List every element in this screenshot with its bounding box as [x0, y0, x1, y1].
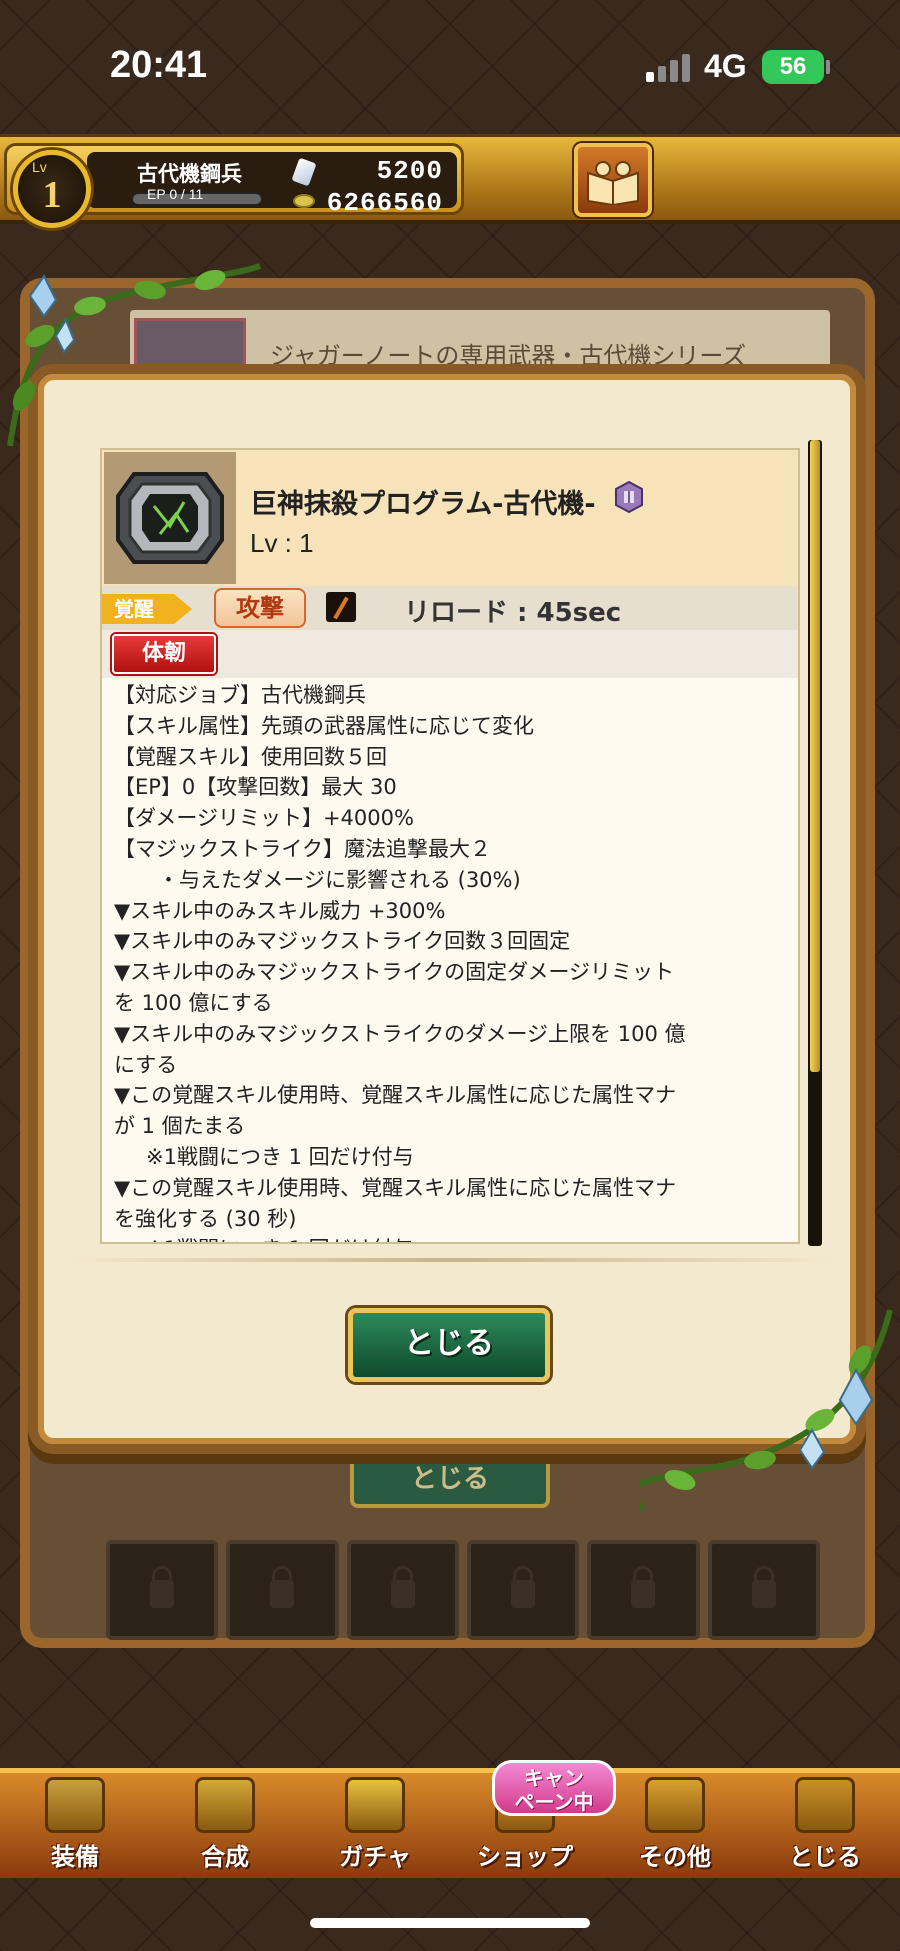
signal-icon	[646, 52, 690, 82]
description-line: ▼スキル中のみマジックストライクのダメージ上限を 100 億	[114, 1021, 686, 1046]
bottom-nav: 装備 合成 ガチャ ショップ その他 とじる	[0, 1768, 900, 1878]
nav-label: ショップ	[477, 1843, 573, 1871]
description-line: が 1 個たまる	[114, 1114, 246, 1139]
attack-type-badge: 攻撃	[214, 588, 306, 628]
awaken-tag: 覚醒	[102, 594, 192, 624]
description-line: ▼スキル中のみスキル威力 +300%	[114, 898, 446, 923]
equipment-icon	[45, 1777, 105, 1833]
player-name: 古代機鋼兵	[137, 162, 242, 186]
awaken-row: 覚醒 攻撃 リロード : 45sec	[102, 586, 798, 630]
stamina-row: 体韌	[102, 630, 798, 678]
nav-item-4[interactable]: その他	[600, 1773, 750, 1878]
close-icon	[795, 1777, 855, 1833]
gear-icon	[645, 1777, 705, 1833]
reload-time: リロード : 45sec	[404, 598, 622, 628]
weapon-header: 巨神抹殺プログラム-古代機- Lv : 1	[102, 450, 798, 586]
top-header: Lv 1 古代機鋼兵 EP 0 / 11 5200 6266560	[0, 134, 900, 228]
description-line: ▼スキル中のみマジックストライクの固定ダメージリミット	[114, 960, 675, 985]
staff-icon	[326, 592, 356, 622]
lock-icon	[106, 1540, 219, 1640]
home-indicator[interactable]	[310, 1918, 590, 1928]
nav-item-2[interactable]: ガチャ	[300, 1773, 450, 1878]
lock-icon	[226, 1540, 339, 1640]
description-line: 【ダメージリミット】+4000%	[114, 806, 414, 831]
level-badge: Lv 1	[13, 150, 91, 228]
gems-value: 5200	[376, 156, 443, 186]
gold-value: 6266560	[326, 188, 443, 218]
description-line: ※1戦闘につき 1 回だけ付与	[146, 1144, 414, 1169]
close-label: とじる	[404, 1326, 494, 1361]
modal-divider	[60, 1258, 840, 1262]
background-close-button: とじる	[350, 1450, 550, 1508]
close-button[interactable]: とじる	[348, 1308, 550, 1382]
guild-book-button[interactable]	[574, 143, 652, 217]
description-line: ▼スキル中のみマジックストライク回数３回固定	[114, 929, 571, 954]
network-type: 4G	[704, 48, 747, 84]
battery-level: 56	[779, 53, 807, 80]
description-line: ※1戦闘につき 1 回だけ付与	[114, 1234, 794, 1242]
nav-label: 装備	[51, 1843, 99, 1871]
scroll-thumb[interactable]	[810, 440, 820, 1072]
description-line: ▼この覚醒スキル使用時、覚醒スキル属性に応じた属性マナ	[114, 1083, 677, 1108]
vine-decoration-icon	[7, 263, 261, 447]
nav-label: その他	[639, 1843, 711, 1871]
coin-icon	[293, 194, 315, 208]
lock-icon	[466, 1540, 580, 1640]
campaign-badge-text: ペーン中	[514, 1790, 594, 1814]
hammer-icon	[195, 1777, 255, 1833]
level-number: 1	[42, 174, 62, 216]
description-line: を強化する (30 秒)	[114, 1206, 297, 1231]
description-line: ▼この覚醒スキル使用時、覚醒スキル属性に応じた属性マナ	[114, 1175, 677, 1200]
description-line: にする	[114, 1052, 178, 1077]
nav-label: ガチャ	[339, 1843, 411, 1871]
player-panel[interactable]: Lv 1 古代機鋼兵 EP 0 / 11 5200 6266560	[4, 143, 464, 228]
nav-item-5[interactable]: とじる	[750, 1773, 900, 1878]
description-scrollbar[interactable]	[808, 440, 822, 1246]
status-bar: 20:41 4G 56	[0, 0, 900, 130]
nav-item-1[interactable]: 合成	[150, 1773, 300, 1878]
weapon-detail-box[interactable]: 巨神抹殺プログラム-古代機- Lv : 1 覚醒 攻撃 リロード : 45sec…	[100, 448, 800, 1244]
weapon-icon	[116, 472, 224, 564]
nav-label: とじる	[789, 1843, 861, 1871]
skill-description: 【対応ジョブ】古代機鋼兵【スキル属性】先頭の武器属性に応じて変化 【覚醒スキル】使…	[114, 680, 794, 1242]
description-line: 【スキル属性】先頭の武器属性に応じて変化	[114, 713, 534, 738]
gacha-icon	[345, 1777, 405, 1833]
lock-icon	[346, 1540, 459, 1640]
description-line: 【EP】0【攻撃回数】最大 30	[114, 775, 397, 800]
nav-label: 合成	[201, 1843, 249, 1871]
ep-label: EP 0 / 11	[147, 186, 204, 202]
weapon-icon-frame[interactable]	[104, 452, 236, 584]
description-line: を 100 億にする	[114, 990, 273, 1015]
book-icon	[587, 161, 639, 205]
element-icon	[615, 480, 643, 514]
description-line: 【対応ジョブ】古代機鋼兵	[114, 683, 366, 707]
weapon-level: Lv : 1	[250, 528, 314, 558]
campaign-badge: キャン ペーン中	[492, 1760, 616, 1816]
stamina-badge: 体韌	[112, 634, 216, 674]
nav-item-0[interactable]: 装備	[0, 1773, 150, 1878]
status-time: 20:41	[110, 44, 208, 86]
description-line: 【覚醒スキル】使用回数５回	[114, 744, 387, 769]
description-line: 【マジックストライク】魔法追撃最大２	[114, 836, 491, 861]
background-close-label: とじる	[410, 1464, 489, 1494]
weapon-name: 巨神抹殺プログラム-古代機-	[250, 489, 596, 520]
battery-icon: 56	[762, 50, 824, 84]
vine-decoration-icon	[640, 1309, 893, 1513]
campaign-badge-text: キャン	[524, 1766, 584, 1790]
description-line: ・与えたダメージに影響される (30%)	[158, 867, 521, 892]
